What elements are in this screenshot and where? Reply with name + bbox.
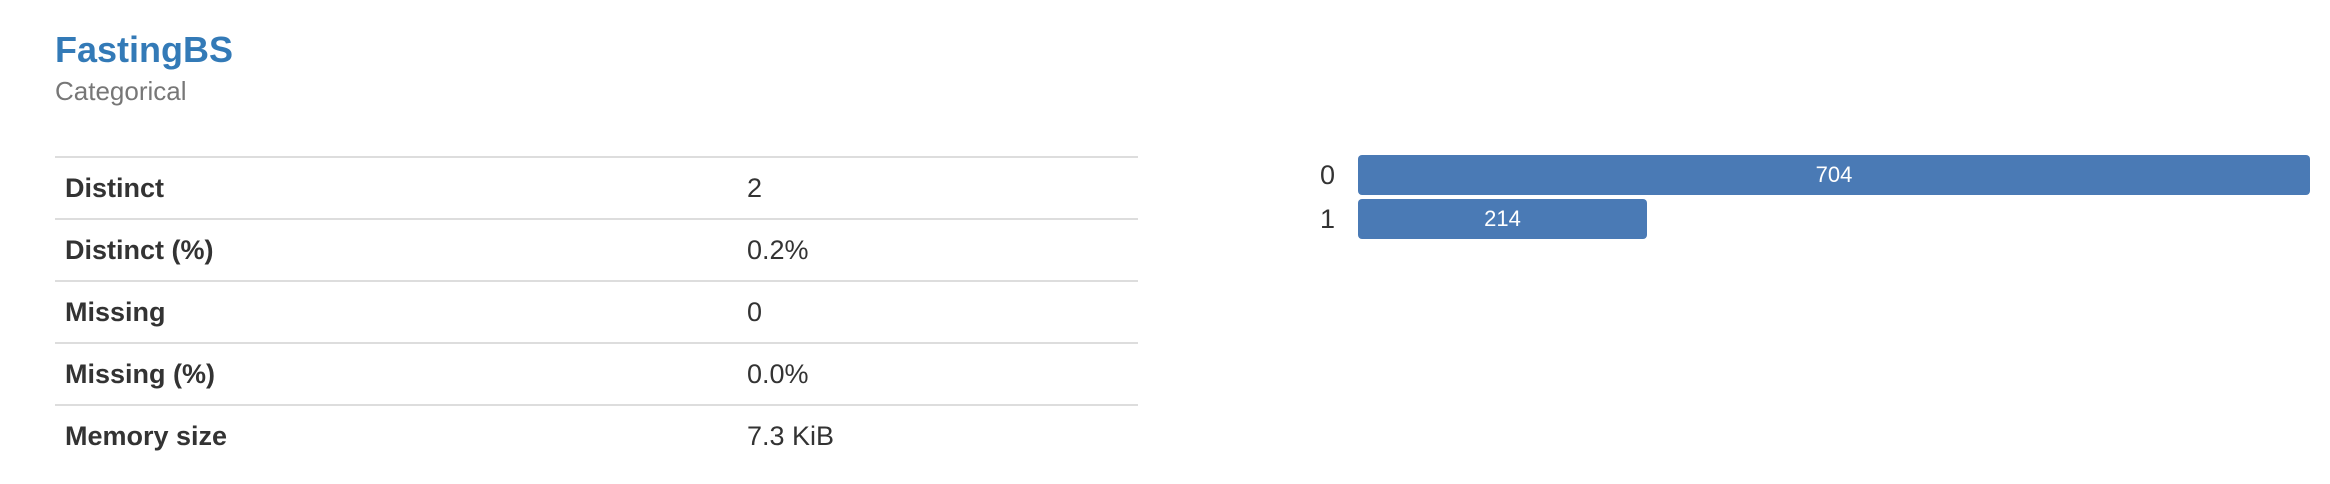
stat-label: Distinct (%) [65, 234, 214, 265]
bar-value-label: 214 [1484, 206, 1521, 231]
stats-table: Distinct 2 Distinct (%) 0.2% Missing 0 M… [55, 156, 1138, 467]
variable-header: FastingBS Categorical [55, 26, 233, 108]
stat-label: Memory size [65, 421, 228, 451]
variable-type: Categorical [55, 76, 187, 106]
stat-value: 0.2% [747, 234, 809, 265]
bar-category-label: 0 [1320, 160, 1336, 190]
frequency-bar-chart: 0 704 1 214 [1300, 155, 2310, 255]
table-row: Memory size 7.3 KiB [55, 405, 1138, 467]
stat-label: Missing (%) [65, 358, 216, 389]
stat-label: Distinct [65, 172, 165, 203]
table-row: Distinct (%) 0.2% [55, 219, 1138, 281]
bar-category-label: 1 [1320, 204, 1336, 234]
table-row: Missing (%) 0.0% [55, 343, 1138, 405]
stat-value: 7.3 KiB [747, 421, 835, 451]
variable-name-link[interactable]: FastingBS [55, 26, 233, 74]
stat-value: 0 [747, 296, 763, 327]
stat-value: 2 [747, 172, 763, 203]
stat-label: Missing [65, 296, 166, 327]
stat-value: 0.0% [747, 358, 809, 389]
table-row: Distinct 2 [55, 157, 1138, 219]
bar-row: 1 214 [1300, 199, 2310, 239]
bar-row: 0 704 [1300, 155, 2310, 195]
bar-value-label: 704 [1815, 162, 1853, 187]
table-row: Missing 0 [55, 281, 1138, 343]
